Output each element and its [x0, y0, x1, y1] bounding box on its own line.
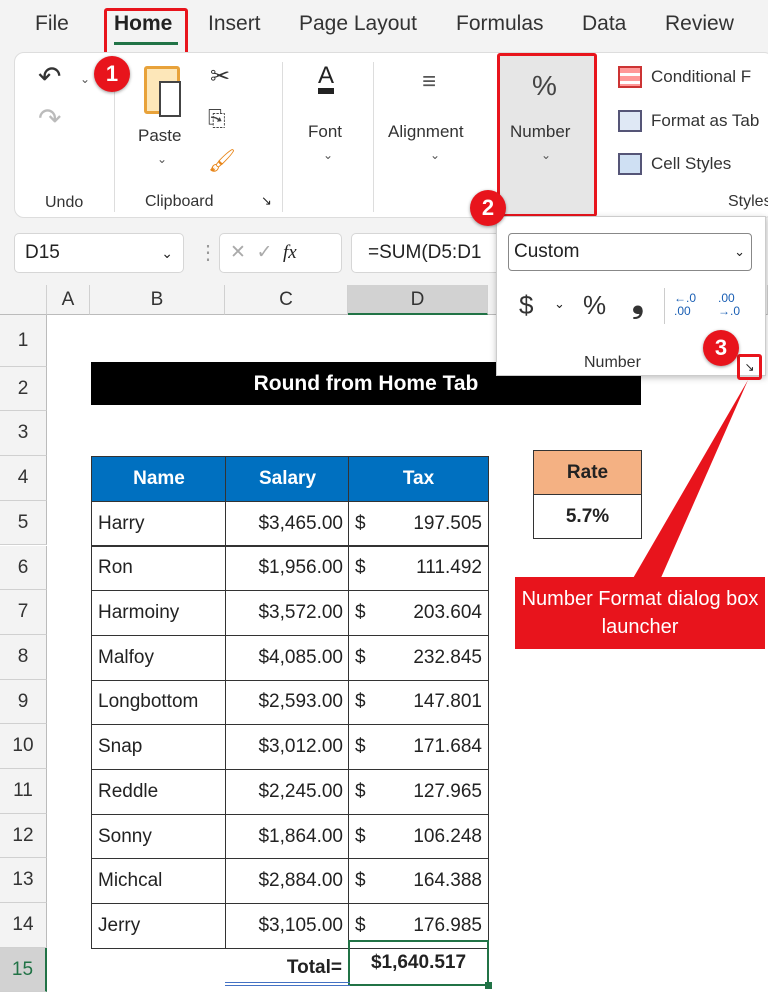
step-badge-1: 1: [94, 56, 130, 92]
callout-box: Number Format dialog box launcher: [515, 577, 765, 649]
step-badge-3: 3: [703, 330, 739, 366]
callout-pointer: [632, 380, 748, 580]
step-badge-2: 2: [470, 190, 506, 226]
